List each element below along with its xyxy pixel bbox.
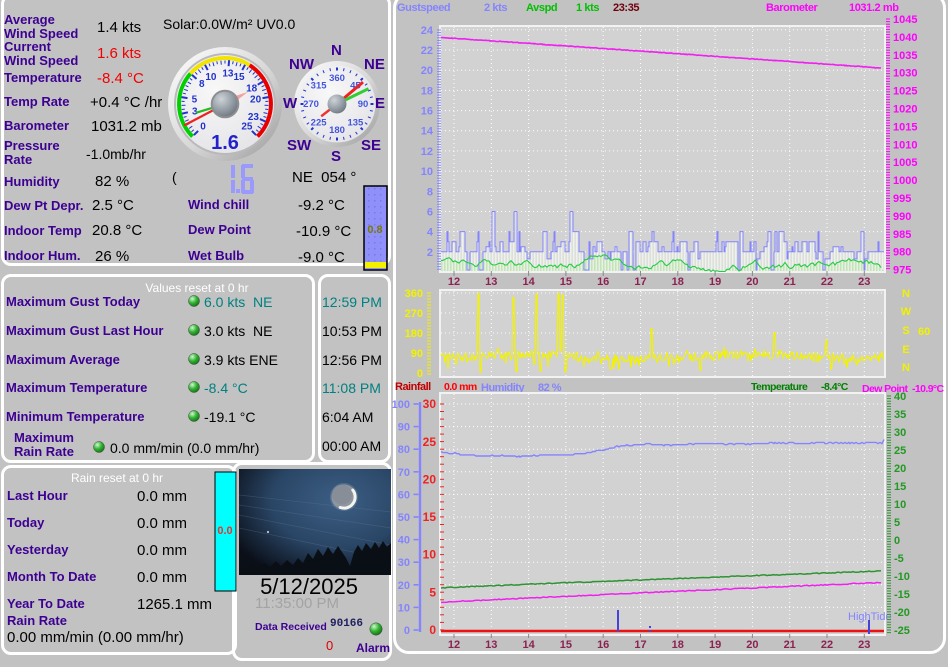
svg-text:225: 225	[311, 117, 328, 128]
svg-text:0.0: 0.0	[217, 525, 232, 537]
svg-text:360: 360	[329, 73, 345, 84]
svg-text:135: 135	[347, 117, 364, 128]
svg-text:25: 25	[241, 121, 253, 132]
svg-text:8: 8	[199, 79, 205, 90]
svg-text:18: 18	[246, 84, 258, 95]
svg-text:10: 10	[205, 72, 217, 83]
svg-text:270: 270	[303, 99, 319, 110]
svg-text:1.6: 1.6	[211, 132, 239, 154]
svg-text:90: 90	[358, 99, 369, 110]
svg-text:5: 5	[192, 95, 198, 106]
svg-text:20: 20	[250, 95, 262, 106]
svg-text:0.8: 0.8	[367, 224, 382, 236]
svg-text:315: 315	[311, 81, 328, 92]
svg-text:0: 0	[200, 121, 206, 132]
svg-text:13: 13	[222, 69, 234, 80]
svg-text:180: 180	[329, 125, 345, 136]
svg-text:15: 15	[234, 72, 246, 83]
